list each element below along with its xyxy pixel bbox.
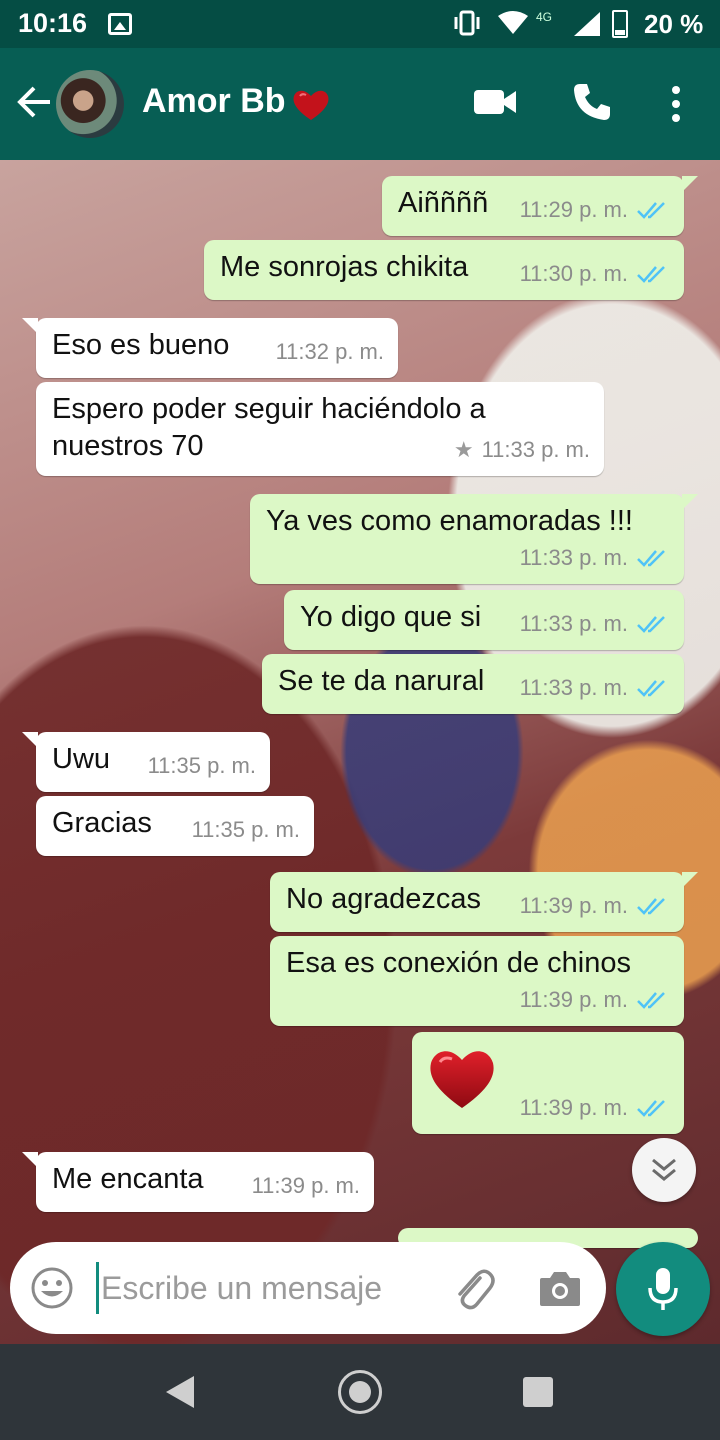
read-receipt-icon [637, 991, 665, 1009]
message-composer [10, 1242, 606, 1334]
message-meta: 11:33 p. m. [520, 669, 670, 706]
chat-header: Amor Bb [0, 48, 720, 160]
wifi-icon [498, 11, 528, 34]
contact-avatar[interactable] [56, 70, 124, 138]
message-bubble-outgoing[interactable]: Ya ves como enamoradas !!! 11:33 p. m. [250, 494, 698, 584]
video-call-icon[interactable] [472, 86, 518, 118]
back-arrow-icon[interactable] [14, 82, 54, 122]
message-time: 11:33 p. m. [519, 545, 628, 570]
message-time: 11:39 p. m. [519, 1095, 628, 1120]
message-meta: 11:35 p. m. [148, 747, 256, 784]
read-receipt-icon [637, 897, 665, 915]
phone-icon[interactable] [572, 82, 612, 122]
system-navigation-bar [0, 1344, 720, 1440]
message-meta: 11:39 p. m. [520, 887, 670, 924]
message-text: No agradezcas [286, 883, 482, 915]
message-bubble-outgoing[interactable]: Esa es conexión de chinos 11:39 p. m. [270, 936, 684, 1026]
image-notification-icon [108, 13, 132, 35]
message-bubble-outgoing[interactable]: Yo digo que si 11:33 p. m. [284, 590, 684, 650]
battery-percentage: 20 % [644, 9, 704, 39]
message-text: Uwu [52, 743, 111, 775]
message-bubble-incoming[interactable]: Gracias 11:35 p. m. [36, 796, 314, 856]
message-meta: 11:29 p. m. [520, 191, 670, 228]
message-meta: 11:39 p. m. [252, 1167, 360, 1204]
message-bubble-outgoing[interactable]: Me sonrojas chikita 11:30 p. m. [204, 240, 684, 300]
double-chevron-down-icon [652, 1158, 676, 1181]
more-vert-icon[interactable] [668, 84, 684, 124]
nav-home-icon[interactable] [338, 1370, 382, 1414]
nav-back-icon[interactable] [160, 1372, 200, 1412]
voice-message-button[interactable] [616, 1242, 710, 1336]
contact-name[interactable]: Amor Bb [142, 82, 286, 121]
message-text-line1: Espero poder seguir haciéndolo a [52, 393, 486, 425]
network-type: 4G [536, 10, 553, 24]
message-text: Ya ves como enamoradas !!! [266, 505, 633, 537]
message-bubble-incoming[interactable]: Uwu 11:35 p. m. [22, 732, 270, 792]
message-meta: 11:33 p. m. [520, 605, 670, 642]
read-receipt-icon [637, 1099, 665, 1117]
message-bubble-incoming[interactable]: Espero poder seguir haciéndolo a nuestro… [36, 382, 604, 476]
read-receipt-icon [637, 679, 665, 697]
message-meta: 11:39 p. m. [520, 1089, 670, 1126]
heart-emoji-icon [430, 1051, 494, 1108]
read-receipt-icon [637, 201, 665, 219]
message-time: 11:35 p. m. [191, 817, 300, 842]
message-time: 11:33 p. m. [481, 437, 590, 462]
message-time: 11:32 p. m. [275, 339, 384, 364]
message-text: Me encanta [52, 1163, 204, 1195]
message-text: Yo digo que si [300, 601, 482, 633]
message-time: 11:39 p. m. [251, 1173, 360, 1198]
message-bubble-incoming[interactable]: Me encanta 11:39 p. m. [22, 1152, 374, 1212]
message-text: Esa es conexión de chinos [286, 947, 631, 979]
message-text: Me sonrojas chikita [220, 251, 469, 283]
message-meta: ★ 11:33 p. m. [454, 431, 590, 468]
nav-recents-icon[interactable] [523, 1377, 553, 1407]
status-bar: 10:16 4G 20 % [0, 0, 720, 48]
message-meta: 11:33 p. m. [520, 539, 670, 576]
message-time: 11:39 p. m. [519, 987, 628, 1012]
message-time: 11:33 p. m. [519, 611, 628, 636]
message-bubble-outgoing[interactable]: No agradezcas 11:39 p. m. [270, 872, 698, 932]
heart-emoji-icon [293, 90, 329, 120]
message-input[interactable] [96, 1262, 426, 1314]
message-meta: 11:32 p. m. [276, 333, 384, 370]
signal-icon [574, 12, 600, 36]
message-time: 11:35 p. m. [147, 753, 256, 778]
microphone-icon [648, 1268, 678, 1310]
message-meta: 11:35 p. m. [192, 811, 300, 848]
message-time: 11:39 p. m. [519, 893, 628, 918]
vibrate-icon [454, 10, 480, 36]
message-meta: 11:30 p. m. [520, 255, 670, 292]
message-text: Gracias [52, 807, 152, 839]
message-bubble-outgoing[interactable]: Aiññññ 11:29 p. m. [382, 176, 698, 236]
scroll-to-bottom-button[interactable] [632, 1138, 696, 1202]
star-icon: ★ [453, 437, 474, 462]
message-text: Se te da narural [278, 665, 485, 697]
camera-icon[interactable] [538, 1268, 582, 1308]
message-time: 11:30 p. m. [519, 261, 628, 286]
battery-icon [612, 10, 628, 38]
status-time: 10:16 [18, 8, 88, 38]
message-text-line2: nuestros 70 [52, 430, 204, 462]
message-time: 11:33 p. m. [519, 675, 628, 700]
emoji-icon[interactable] [30, 1266, 74, 1310]
read-receipt-icon [637, 615, 665, 633]
message-bubble-incoming[interactable]: Eso es bueno 11:32 p. m. [22, 318, 398, 378]
message-text: Eso es bueno [52, 329, 230, 361]
paperclip-icon[interactable] [450, 1266, 496, 1312]
message-meta: 11:39 p. m. [520, 981, 670, 1018]
message-text: Aiññññ [398, 187, 489, 219]
read-receipt-icon [637, 265, 665, 283]
chat-messages[interactable]: Aiññññ 11:29 p. m. Me sonrojas chikita 1… [0, 160, 720, 1344]
message-bubble-outgoing[interactable]: Se te da narural 11:33 p. m. [262, 654, 684, 714]
read-receipt-icon [637, 549, 665, 567]
message-bubble-outgoing[interactable]: 11:39 p. m. [412, 1032, 684, 1134]
message-time: 11:29 p. m. [519, 197, 628, 222]
